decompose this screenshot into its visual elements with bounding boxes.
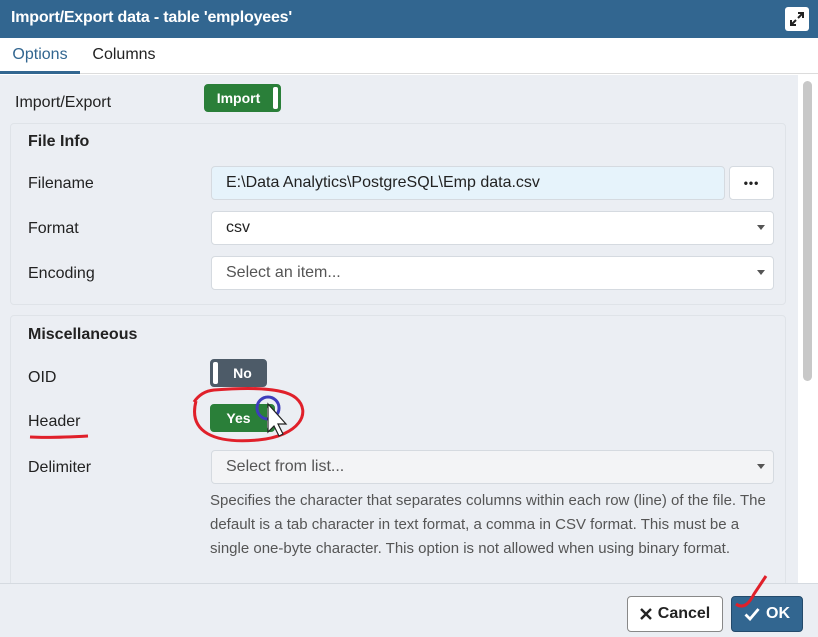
ok-label: OK <box>766 605 790 622</box>
toggle-knob <box>273 87 278 109</box>
ellipsis-icon: ••• <box>743 176 760 190</box>
oid-toggle-text: No <box>233 365 252 381</box>
dialog-titlebar[interactable]: Import/Export data - table 'employees' <box>0 0 818 38</box>
format-label: Format <box>28 220 79 237</box>
dropdown-caret-icon <box>757 270 765 275</box>
browse-file-button[interactable]: ••• <box>729 166 774 200</box>
tab-columns[interactable]: Columns <box>84 38 164 74</box>
import-export-dialog: Import/Export data - table 'employees' O… <box>0 0 818 637</box>
delimiter-select[interactable]: Select from list... <box>211 450 774 484</box>
dialog-footer: Cancel OK <box>0 583 818 637</box>
header-label: Header <box>28 413 81 430</box>
ok-button[interactable]: OK <box>731 596 803 632</box>
encoding-select[interactable]: Select an item... <box>211 256 774 290</box>
dialog-title: Import/Export data - table 'employees' <box>11 9 292 26</box>
dropdown-caret-icon <box>757 464 765 469</box>
expand-icon <box>790 12 804 26</box>
filename-value: E:\Data Analytics\PostgreSQL\Emp data.cs… <box>226 174 540 191</box>
file-info-fieldset: File Info Filename E:\Data Analytics\Pos… <box>10 123 786 305</box>
toggle-knob <box>267 407 272 429</box>
tab-options[interactable]: Options <box>0 38 80 74</box>
vertical-scrollbar[interactable] <box>798 75 818 583</box>
oid-toggle[interactable]: No <box>210 359 267 387</box>
miscellaneous-legend: Miscellaneous <box>28 326 138 343</box>
encoding-label: Encoding <box>28 265 95 282</box>
cancel-button[interactable]: Cancel <box>627 596 723 632</box>
close-x-icon <box>639 608 652 620</box>
filename-label: Filename <box>28 175 94 192</box>
scrollbar-thumb[interactable] <box>803 81 812 381</box>
header-toggle[interactable]: Yes <box>210 404 275 432</box>
tab-bar: Options Columns <box>0 38 818 74</box>
format-value: csv <box>226 219 250 236</box>
checkmark-icon <box>744 608 760 621</box>
cancel-label: Cancel <box>657 605 711 622</box>
delimiter-help-text: Specifies the character that separates c… <box>210 492 766 557</box>
import-export-toggle[interactable]: Import <box>204 84 281 112</box>
maximize-button[interactable] <box>785 7 809 31</box>
header-toggle-text: Yes <box>226 410 251 426</box>
file-info-legend: File Info <box>28 133 90 150</box>
format-select[interactable]: csv <box>211 211 774 245</box>
delimiter-label: Delimiter <box>28 459 92 476</box>
delimiter-placeholder: Select from list... <box>226 458 345 475</box>
filename-input[interactable]: E:\Data Analytics\PostgreSQL\Emp data.cs… <box>211 166 725 200</box>
toggle-knob <box>213 362 218 384</box>
import-export-toggle-text: Import <box>216 90 261 106</box>
import-export-label: Import/Export <box>15 94 112 111</box>
oid-label: OID <box>28 369 57 386</box>
options-panel: Import/Export Import File Info Filename … <box>0 75 798 583</box>
dropdown-caret-icon <box>757 225 765 230</box>
encoding-placeholder: Select an item... <box>226 264 341 281</box>
